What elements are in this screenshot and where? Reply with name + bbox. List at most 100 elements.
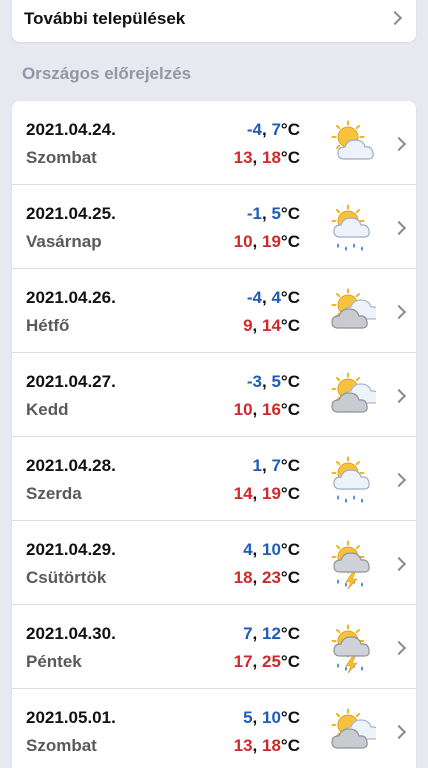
max-temp-unit: °C	[280, 232, 300, 251]
max-temp-low: 13	[233, 736, 253, 755]
min-temp-low: -3	[246, 372, 262, 391]
min-temp-high: 12	[262, 624, 281, 643]
max-temp-high: 16	[262, 400, 281, 419]
min-temperature: -3, 5°C	[246, 372, 300, 391]
forecast-row[interactable]: 2021.04.28. Szerda 1, 7°C 14, 19°C	[12, 437, 416, 521]
min-temp-unit: °C	[280, 456, 300, 475]
forecast-date: 2021.04.29.	[26, 540, 116, 559]
forecast-row[interactable]: 2021.04.27. Kedd -3, 5°C 10, 16°C	[12, 353, 416, 437]
max-temp-low: 10	[233, 400, 253, 419]
forecast-day: Szombat	[26, 736, 97, 755]
sun-cloud-icon	[328, 119, 376, 167]
sun-clouds-icon	[328, 371, 380, 419]
forecast-row[interactable]: 2021.04.25. Vasárnap -1, 5°C 10, 19°C	[12, 185, 416, 269]
min-temp-high: 4	[271, 288, 281, 307]
chevron-right-icon	[391, 472, 407, 488]
max-temp-low: 17	[233, 652, 253, 671]
max-temp-high: 14	[262, 316, 281, 335]
forecast-day: Kedd	[26, 400, 69, 419]
max-temp-low: 13	[233, 148, 253, 167]
chevron-right-icon	[391, 220, 407, 236]
min-temperature: -4, 7°C	[246, 120, 300, 139]
min-temp-unit: °C	[280, 708, 300, 727]
min-temp-low: 1	[252, 456, 262, 475]
forecast-date: 2021.04.26.	[26, 288, 116, 307]
max-temp-low: 14	[233, 484, 253, 503]
forecast-row[interactable]: 2021.04.30. Péntek 7, 12°C 17, 25°C	[12, 605, 416, 689]
max-temp-unit: °C	[280, 148, 300, 167]
forecast-date: 2021.05.01.	[26, 708, 116, 727]
min-temp-low: -4	[246, 288, 262, 307]
forecast-date: 2021.04.25.	[26, 204, 116, 223]
forecast-day: Vasárnap	[26, 232, 102, 251]
forecast-date: 2021.04.27.	[26, 372, 116, 391]
thunderstorm-icon	[328, 623, 376, 674]
forecast-list: 2021.04.24. Szombat -4, 7°C 13, 18°C 202…	[12, 101, 416, 768]
max-temp-high: 18	[262, 148, 281, 167]
more-settlements-button[interactable]: További települések	[12, 0, 416, 42]
forecast-day: Hétfő	[26, 316, 70, 335]
min-temperature: 5, 10°C	[243, 708, 300, 727]
forecast-date: 2021.04.24.	[26, 120, 116, 139]
forecast-date: 2021.04.28.	[26, 456, 116, 475]
min-temp-low: 5	[243, 708, 253, 727]
chevron-right-icon	[387, 10, 403, 26]
max-temp-high: 25	[262, 652, 281, 671]
max-temp-high: 19	[262, 484, 281, 503]
min-temp-high: 10	[262, 540, 281, 559]
chevron-right-icon	[391, 640, 407, 656]
max-temp-unit: °C	[280, 736, 300, 755]
max-temperature: 18, 23°C	[233, 568, 300, 587]
max-temperature: 9, 14°C	[243, 316, 300, 335]
max-temp-unit: °C	[280, 652, 300, 671]
min-temp-high: 7	[271, 456, 281, 475]
min-temperature: 1, 7°C	[252, 456, 300, 475]
min-temperature: -1, 5°C	[246, 204, 300, 223]
sun-rain-icon	[328, 203, 376, 251]
chevron-right-icon	[391, 304, 407, 320]
max-temp-low: 18	[233, 568, 253, 587]
page: További települések Országos előrejelzés…	[0, 0, 428, 768]
min-temperature: 4, 10°C	[243, 540, 300, 559]
max-temp-low: 10	[233, 232, 253, 251]
max-temperature: 10, 19°C	[233, 232, 300, 251]
thunderstorm-icon	[328, 539, 376, 590]
min-temp-unit: °C	[280, 540, 300, 559]
min-temp-low: 4	[243, 540, 253, 559]
max-temp-high: 18	[262, 736, 281, 755]
more-settlements-label: További települések	[24, 9, 186, 28]
max-temperature: 10, 16°C	[233, 400, 300, 419]
min-temp-unit: °C	[280, 372, 300, 391]
min-temp-unit: °C	[280, 624, 300, 643]
forecast-day: Csütörtök	[26, 568, 107, 587]
min-temp-high: 10	[262, 708, 281, 727]
forecast-day: Péntek	[26, 652, 82, 671]
section-title: Országos előrejelzés	[22, 64, 192, 83]
forecast-row[interactable]: 2021.04.26. Hétfő -4, 4°C 9, 14°C	[12, 269, 416, 353]
min-temperature: 7, 12°C	[243, 624, 300, 643]
min-temp-unit: °C	[280, 204, 300, 223]
max-temp-unit: °C	[280, 316, 300, 335]
min-temp-high: 7	[271, 120, 281, 139]
max-temperature: 14, 19°C	[233, 484, 300, 503]
max-temp-high: 23	[262, 568, 281, 587]
min-temp-unit: °C	[280, 120, 300, 139]
max-temp-unit: °C	[280, 484, 300, 503]
max-temp-high: 19	[262, 232, 281, 251]
chevron-right-icon	[391, 136, 407, 152]
min-temperature: -4, 4°C	[246, 288, 300, 307]
chevron-right-icon	[391, 556, 407, 572]
sun-rain-icon	[328, 455, 376, 503]
max-temperature: 13, 18°C	[233, 148, 300, 167]
min-temp-low: -1	[246, 204, 262, 223]
max-temp-unit: °C	[280, 400, 300, 419]
forecast-row[interactable]: 2021.04.24. Szombat -4, 7°C 13, 18°C	[12, 101, 416, 185]
max-temperature: 17, 25°C	[233, 652, 300, 671]
chevron-right-icon	[391, 724, 407, 740]
max-temperature: 13, 18°C	[233, 736, 300, 755]
forecast-row[interactable]: 2021.05.01. Szombat 5, 10°C 13, 18°C	[12, 689, 416, 768]
sun-clouds-icon	[328, 287, 380, 335]
max-temp-unit: °C	[280, 568, 300, 587]
forecast-row[interactable]: 2021.04.29. Csütörtök 4, 10°C 18, 23°C	[12, 521, 416, 605]
min-temp-low: -4	[246, 120, 262, 139]
